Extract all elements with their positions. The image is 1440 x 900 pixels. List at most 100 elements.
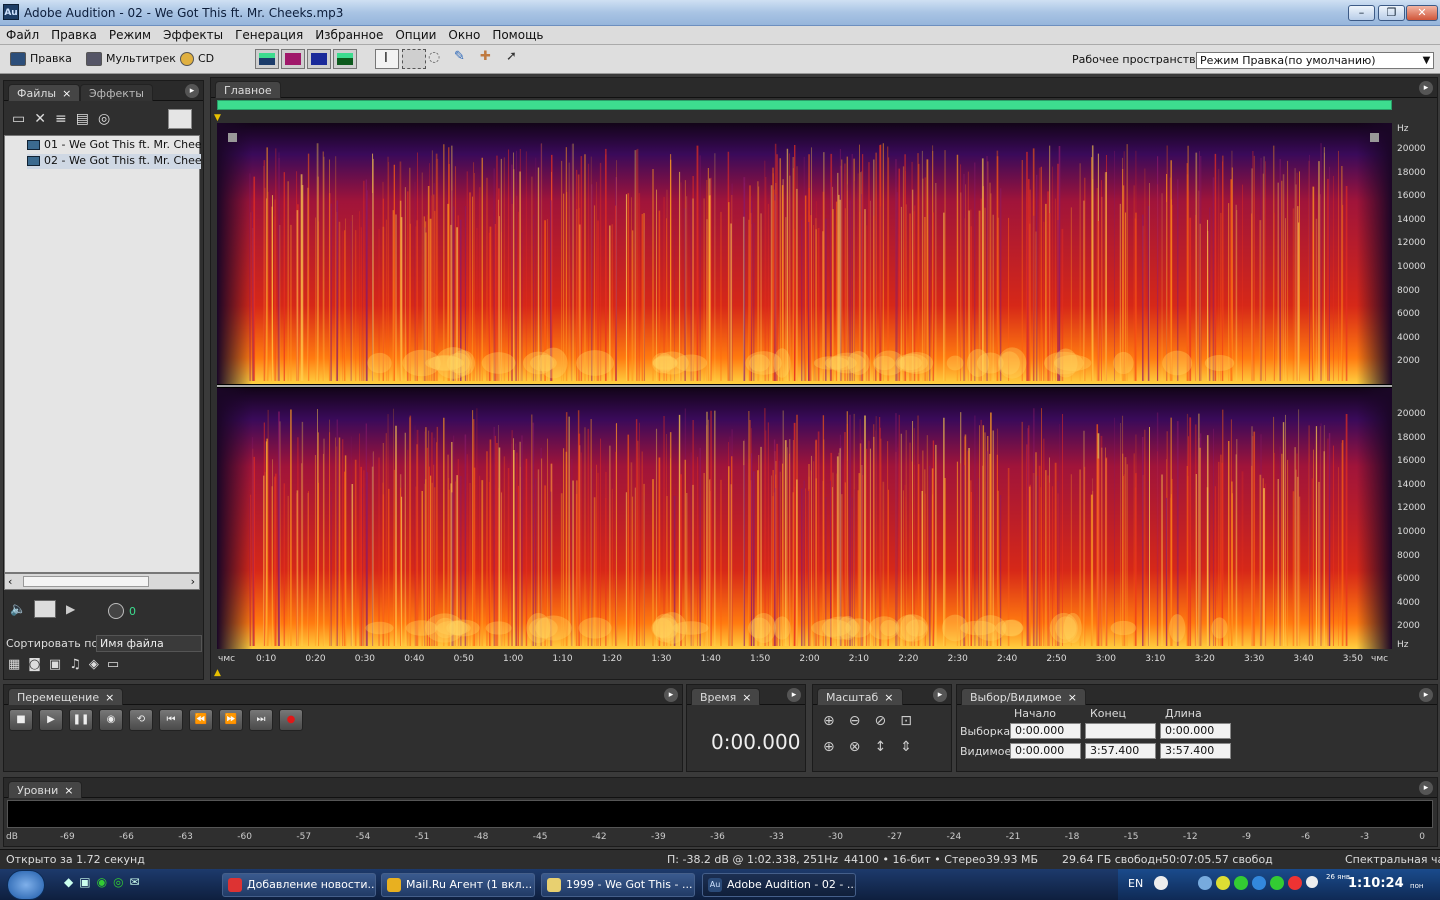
hybrid-tool[interactable]: ➚ [506,49,530,69]
app-icon[interactable]: ◆ [64,875,79,889]
zoom-in-vertical-icon[interactable]: ↕ [874,739,900,755]
taskbar-item[interactable]: 1999 - We Got This - ... [541,873,695,897]
maximize-button[interactable]: ❐ [1378,5,1405,21]
record-button[interactable]: ● [279,709,303,731]
tab-time[interactable]: Время × [691,688,761,705]
tab-effects[interactable]: Эффекты [80,84,153,101]
tab-zoom[interactable]: Масштаб × [817,688,903,705]
visible-length-field[interactable]: 3:57.400 [1160,743,1231,759]
fast-forward-button[interactable]: ⏩ [219,709,243,731]
tab-levels[interactable]: Уровни × [8,781,83,798]
rewind-button[interactable]: ⏪ [189,709,213,731]
play-icon[interactable]: ▶ [66,602,75,616]
menu-effects[interactable]: Эффекты [157,26,229,44]
panel-menu-icon[interactable]: ▸ [787,688,801,702]
menu-help[interactable]: Помощь [486,26,549,44]
close-icon[interactable]: × [742,691,751,704]
selection-start-field[interactable]: 0:00.000 [1010,723,1081,739]
play-button[interactable]: ▶ [39,709,63,731]
import-icon[interactable]: ▤ [76,111,98,127]
tray-icon[interactable] [1252,876,1266,890]
language-indicator[interactable]: EN [1128,877,1143,890]
pause-button[interactable]: ❚❚ [69,709,93,731]
close-icon[interactable]: × [884,691,893,704]
panel-menu-icon[interactable]: ▸ [664,688,678,702]
zoom-right-edge-icon[interactable]: ⊗ [849,739,875,755]
close-button[interactable]: ✕ [1406,5,1438,21]
list-item[interactable]: 02 - We Got This ft. Mr. Cheeks.r [27,154,201,169]
workspace-select[interactable]: Режим Правка(по умолчанию) [1196,52,1434,69]
sort-select[interactable]: Имя файла [96,635,202,652]
help-icon[interactable] [1154,876,1168,890]
loop-icon[interactable] [34,600,56,618]
open-file-icon[interactable]: ▭ [12,111,34,127]
scroll-left-icon[interactable]: ‹ [8,575,12,588]
chevron-down-icon[interactable]: ▼ [1419,52,1434,69]
go-to-end-button[interactable]: ⏭ [249,709,273,731]
menu-generate[interactable]: Генерация [229,26,309,44]
tab-main[interactable]: Главное [215,81,281,98]
tab-selection-view[interactable]: Выбор/Видимое × [961,688,1086,705]
zoom-out-vertical-icon[interactable]: ⇕ [900,739,926,755]
filter-video-icon[interactable]: ▣ [49,657,69,672]
zoom-left-edge-icon[interactable]: ⊕ [823,739,849,755]
menu-window[interactable]: Окно [442,26,486,44]
stop-button[interactable]: ■ [9,709,33,731]
resize-handle-icon[interactable] [228,133,237,142]
zoom-out-icon[interactable]: ⊖ [849,713,875,729]
playhead-marker-icon[interactable]: ▼ [214,113,221,123]
marquee-tool[interactable] [402,49,426,69]
close-icon[interactable]: × [64,784,73,797]
menu-options[interactable]: Опции [389,26,442,44]
tray-icon[interactable] [1216,876,1230,890]
brush-tool[interactable]: ✎ [454,49,478,69]
selection-length-field[interactable]: 0:00.000 [1160,723,1231,739]
horizontal-scrollbar[interactable]: ‹ › [4,573,200,590]
pan-view-button[interactable] [307,49,331,69]
tab-transport[interactable]: Перемещение × [8,688,124,705]
view-options-icon[interactable] [168,109,192,129]
visible-end-field[interactable]: 3:57.400 [1085,743,1156,759]
cd-mode-button[interactable]: CD [180,49,214,69]
close-icon[interactable]: × [1068,691,1077,704]
taskbar-item[interactable]: Au Adobe Audition - 02 - ... [702,873,856,897]
autoplay-icon[interactable]: ◎ [98,111,119,127]
panel-menu-icon[interactable]: ▸ [185,84,199,98]
filter-cd-icon[interactable]: ▭ [107,657,127,672]
loop-button[interactable]: ⟲ [129,709,153,731]
spot-healing-tool[interactable]: ✚ [480,49,504,69]
zoom-selection-icon[interactable]: ⊡ [900,713,926,729]
menu-file[interactable]: Файл [0,26,45,44]
volume-knob[interactable] [108,603,124,619]
filter-midi-icon[interactable]: ♫ [69,657,89,672]
app-icon[interactable]: ▣ [79,875,96,889]
panel-menu-icon[interactable]: ▸ [1419,81,1433,95]
app-icon[interactable]: ◎ [113,875,129,889]
panel-menu-icon[interactable]: ▸ [933,688,947,702]
spectral-view-button[interactable] [281,49,305,69]
go-to-start-button[interactable]: ⏮ [159,709,183,731]
taskbar-item[interactable]: Mail.Ru Агент (1 вкл... [381,873,535,897]
play-from-cursor-button[interactable]: ◉ [99,709,123,731]
panel-menu-icon[interactable]: ▸ [1419,688,1433,702]
close-file-icon[interactable]: ✕ [34,111,55,127]
menu-mode[interactable]: Режим [103,26,157,44]
clock[interactable]: 1:10:24 [1348,876,1404,891]
zoom-in-icon[interactable]: ⊕ [823,713,849,729]
spectrogram-view[interactable] [217,123,1392,649]
resize-handle-icon[interactable] [1370,133,1379,142]
tab-files[interactable]: Файлы × [8,84,81,101]
close-icon[interactable]: × [62,87,71,100]
tray-icon[interactable] [1288,876,1302,890]
menu-favorites[interactable]: Избранное [309,26,389,44]
visible-start-field[interactable]: 0:00.000 [1010,743,1081,759]
selection-end-field[interactable] [1085,723,1156,739]
playhead-marker-icon[interactable]: ▲ [214,668,221,678]
time-selection-tool[interactable]: I [375,49,399,69]
minimize-button[interactable]: – [1348,5,1375,21]
phase-view-button[interactable] [333,49,357,69]
edit-mode-button[interactable]: Правка [10,49,72,69]
start-button[interactable] [7,870,45,900]
overview-bar[interactable] [217,100,1392,110]
taskbar-item[interactable]: Добавление новости... [222,873,376,897]
